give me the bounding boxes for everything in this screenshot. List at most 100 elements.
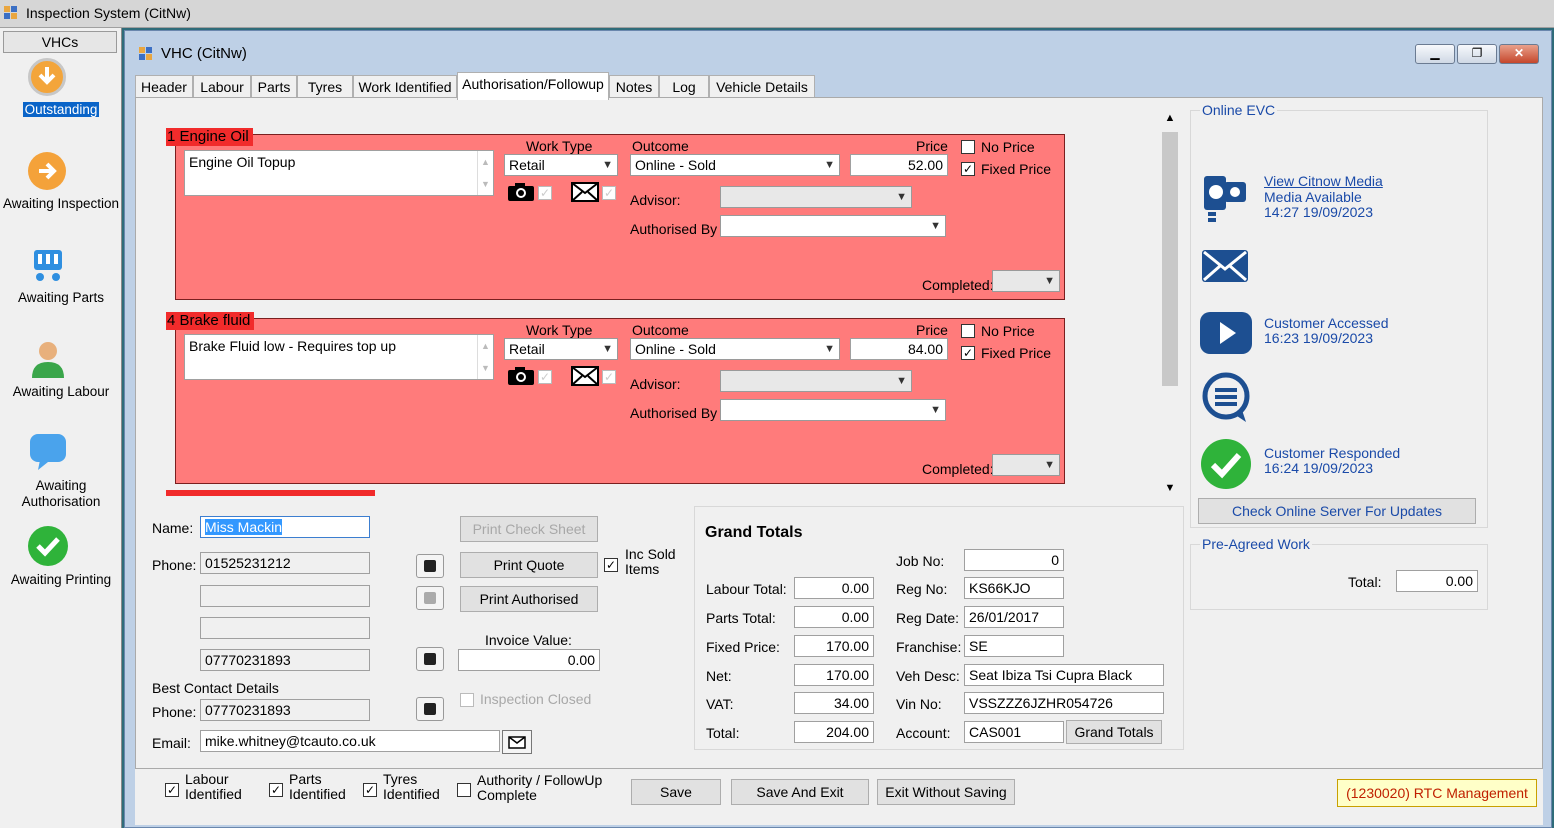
email-input[interactable]: mike.whitney@tcauto.co.uk xyxy=(200,730,500,752)
camera-icon[interactable] xyxy=(507,366,535,386)
name-input[interactable]: Miss Mackin xyxy=(200,516,370,538)
vhcs-header-button[interactable]: VHCs xyxy=(3,31,117,53)
completed-select[interactable]: ▼ xyxy=(992,454,1060,476)
authorised-by-select[interactable]: ▼ xyxy=(720,215,946,237)
price-input[interactable]: 52.00 xyxy=(850,154,948,176)
save-and-exit-button[interactable]: Save And Exit xyxy=(731,779,869,805)
camera-icon[interactable] xyxy=(507,182,535,202)
check-online-server-button[interactable]: Check Online Server For Updates xyxy=(1198,498,1476,524)
speaker-icon[interactable] xyxy=(416,586,444,610)
description-scrollbar[interactable]: ▲ ▼ xyxy=(477,151,493,195)
pre-agreed-total-label: Total: xyxy=(1348,574,1382,590)
no-price-checkbox[interactable] xyxy=(961,324,975,338)
description-scrollbar[interactable]: ▲ ▼ xyxy=(477,335,493,379)
grand-totals-button[interactable]: Grand Totals xyxy=(1066,720,1162,744)
tab-parts[interactable]: Parts xyxy=(251,75,297,99)
print-check-sheet-button[interactable]: Print Check Sheet xyxy=(460,516,598,542)
tab-authorisation-followup[interactable]: Authorisation/Followup xyxy=(457,72,609,100)
job-list-scrollbar[interactable]: ▲ ▼ xyxy=(1160,110,1180,500)
reg-no-input[interactable]: KS66KJO xyxy=(964,577,1064,599)
video-camera-icon[interactable] xyxy=(1200,174,1250,224)
email-checkbox[interactable]: ✓ xyxy=(602,186,616,200)
outcome-select[interactable]: Online - Sold ▼ xyxy=(630,154,840,176)
account-input[interactable]: CAS001 xyxy=(964,721,1064,743)
price-input[interactable]: 84.00 xyxy=(850,338,948,360)
view-citnow-media-link[interactable]: View Citnow Media xyxy=(1264,174,1383,189)
net-input[interactable]: 170.00 xyxy=(794,664,874,686)
inc-sold-items-checkbox[interactable]: ✓ xyxy=(604,558,618,572)
sidebar-item-outstanding[interactable]: Outstanding xyxy=(0,58,122,122)
franchise-input[interactable]: SE xyxy=(964,635,1064,657)
fixed-price-checkbox[interactable]: ✓ xyxy=(961,346,975,360)
vin-no-input[interactable]: VSSZZZ6JZHR054726 xyxy=(964,692,1164,714)
vhc-window: VHC (CitNw) ▁ ❐ ✕ Header Labour Parts Ty… xyxy=(124,30,1552,828)
close-button[interactable]: ✕ xyxy=(1499,44,1539,64)
sidebar-item-awaiting-labour[interactable]: Awaiting Labour xyxy=(0,338,122,418)
sidebar-item-awaiting-parts[interactable]: Awaiting Parts xyxy=(0,246,122,308)
work-type-select[interactable]: Retail ▼ xyxy=(504,338,618,360)
speaker-icon[interactable] xyxy=(416,647,444,671)
tab-log[interactable]: Log xyxy=(659,75,709,99)
best-phone-input[interactable]: 07770231893 xyxy=(200,699,370,721)
work-type-select[interactable]: Retail ▼ xyxy=(504,154,618,176)
outcome-select[interactable]: Online - Sold ▼ xyxy=(630,338,840,360)
phone-4-input[interactable]: 07770231893 xyxy=(200,649,370,671)
name-label: Name: xyxy=(152,520,194,536)
reg-date-input[interactable]: 26/01/2017 xyxy=(964,606,1064,628)
phone-2-input[interactable] xyxy=(200,585,370,607)
invoice-value-input[interactable]: 0.00 xyxy=(458,649,600,671)
completed-select[interactable]: ▼ xyxy=(992,270,1060,292)
scrollbar-thumb[interactable] xyxy=(1162,132,1178,386)
authorised-by-select[interactable]: ▼ xyxy=(720,399,946,421)
veh-desc-input[interactable]: Seat Ibiza Tsi Cupra Black xyxy=(964,664,1164,686)
job-description-field[interactable]: Brake Fluid low - Requires top up ▲ ▼ xyxy=(184,334,494,380)
tab-vehicle-details[interactable]: Vehicle Details xyxy=(709,75,815,99)
print-quote-button[interactable]: Print Quote xyxy=(460,552,598,578)
labour-identified-checkbox[interactable]: ✓ xyxy=(165,783,179,797)
fixed-price-checkbox[interactable]: ✓ xyxy=(961,162,975,176)
advisor-select[interactable]: ▼ xyxy=(720,370,912,392)
authority-followup-complete-checkbox[interactable] xyxy=(457,783,471,797)
job-card-title: 1 Engine Oil xyxy=(166,128,253,146)
pre-agreed-total-input[interactable]: 0.00 xyxy=(1396,570,1478,592)
inspection-closed-checkbox[interactable] xyxy=(460,693,474,707)
envelope-icon[interactable] xyxy=(571,182,599,202)
scroll-up-icon[interactable]: ▲ xyxy=(1160,112,1180,124)
sidebar-item-awaiting-printing[interactable]: Awaiting Printing xyxy=(0,526,122,606)
email-checkbox[interactable]: ✓ xyxy=(602,370,616,384)
restore-button[interactable]: ❐ xyxy=(1457,44,1497,64)
job-no-input[interactable]: 0 xyxy=(964,549,1064,571)
fixed-price-total-input[interactable]: 170.00 xyxy=(794,635,874,657)
tab-header[interactable]: Header xyxy=(135,75,193,99)
save-button[interactable]: Save xyxy=(631,779,721,805)
sidebar-item-label: Awaiting Inspection xyxy=(2,196,120,211)
tab-labour[interactable]: Labour xyxy=(193,75,251,99)
parts-identified-checkbox[interactable]: ✓ xyxy=(269,783,283,797)
tab-notes[interactable]: Notes xyxy=(609,75,659,99)
minimize-button[interactable]: ▁ xyxy=(1415,44,1455,64)
photo-checkbox[interactable]: ✓ xyxy=(538,186,552,200)
labour-total-input[interactable]: 0.00 xyxy=(794,577,874,599)
send-email-icon[interactable] xyxy=(502,730,532,754)
envelope-icon[interactable] xyxy=(571,366,599,386)
sidebar-item-awaiting-inspection[interactable]: Awaiting Inspection xyxy=(0,152,122,232)
phone-3-input[interactable] xyxy=(200,617,370,639)
speaker-icon[interactable] xyxy=(416,554,444,578)
sidebar-item-awaiting-authorisation[interactable]: Awaiting Authorisation xyxy=(0,432,122,512)
total-input[interactable]: 204.00 xyxy=(794,721,874,743)
tab-tyres[interactable]: Tyres xyxy=(297,75,353,99)
tab-work-identified[interactable]: Work Identified xyxy=(353,75,457,99)
phone-1-input[interactable]: 01525231212 xyxy=(200,552,370,574)
scroll-down-icon[interactable]: ▼ xyxy=(1160,482,1180,494)
no-price-label: No Price xyxy=(981,323,1035,339)
exit-without-saving-button[interactable]: Exit Without Saving xyxy=(877,779,1015,805)
photo-checkbox[interactable]: ✓ xyxy=(538,370,552,384)
advisor-select[interactable]: ▼ xyxy=(720,186,912,208)
print-authorised-button[interactable]: Print Authorised xyxy=(460,586,598,612)
tyres-identified-checkbox[interactable]: ✓ xyxy=(363,783,377,797)
speaker-icon[interactable] xyxy=(416,697,444,721)
job-description-field[interactable]: Engine Oil Topup ▲ ▼ xyxy=(184,150,494,196)
no-price-checkbox[interactable] xyxy=(961,140,975,154)
parts-total-input[interactable]: 0.00 xyxy=(794,606,874,628)
vat-input[interactable]: 34.00 xyxy=(794,692,874,714)
